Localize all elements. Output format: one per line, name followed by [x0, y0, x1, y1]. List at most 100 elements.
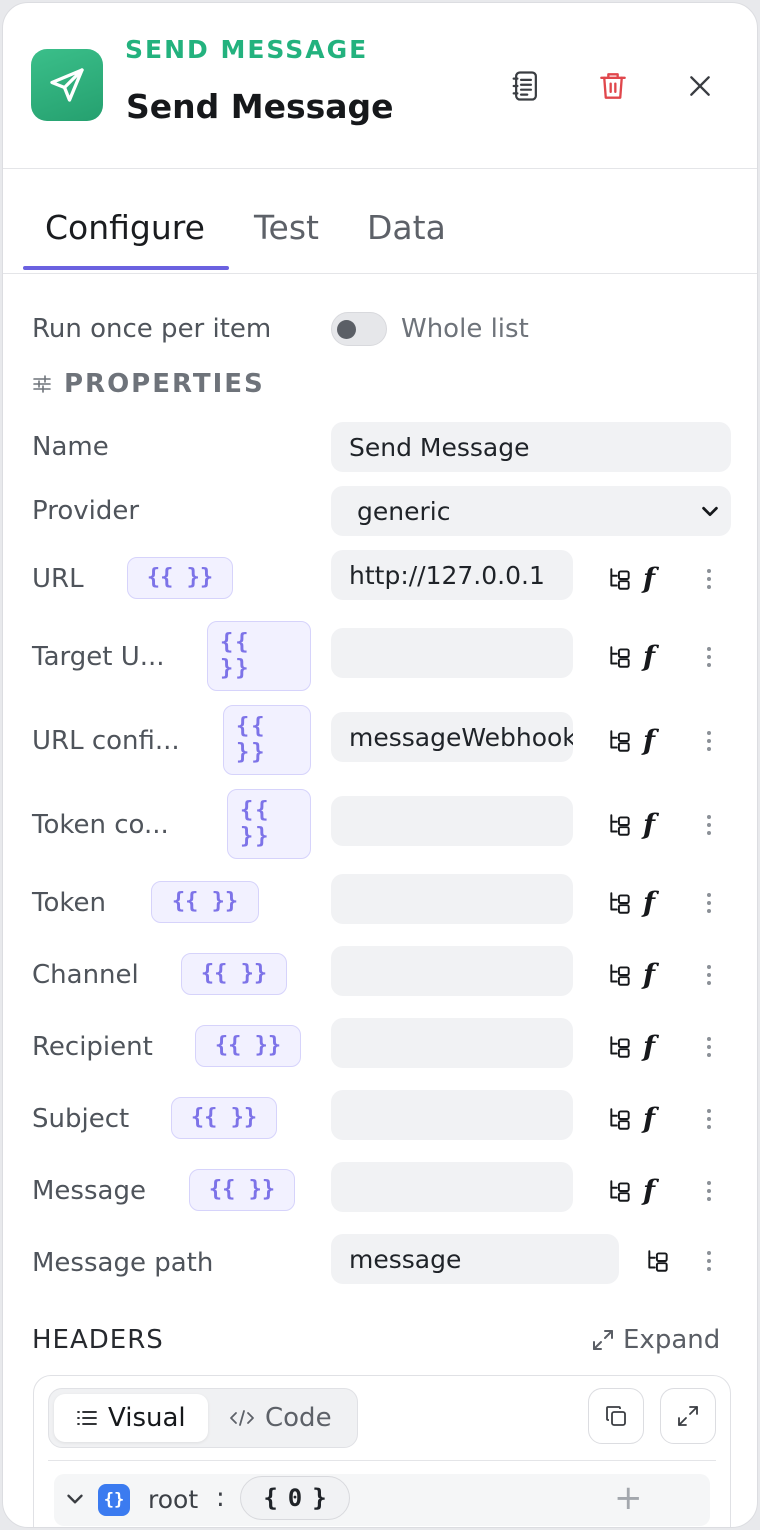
tab-data[interactable]: Data	[367, 208, 446, 247]
whole-list-toggle[interactable]	[331, 312, 387, 346]
name-input[interactable]: Send Message	[331, 422, 731, 472]
target-url-input[interactable]	[331, 628, 573, 678]
expand-button[interactable]: Expand	[591, 1325, 720, 1355]
editor-mode-switch: Visual Code	[48, 1388, 358, 1448]
channel-function-button[interactable]: f	[643, 958, 655, 991]
url-function-button[interactable]: f	[643, 562, 655, 595]
docs-button[interactable]	[503, 63, 549, 109]
url-config-template-button[interactable]: {{}}	[223, 705, 311, 775]
provider-label: Provider	[32, 496, 140, 526]
tab-configure[interactable]: Configure	[45, 208, 205, 247]
url-config-more-button[interactable]	[699, 726, 719, 756]
copy-icon	[606, 1406, 626, 1426]
node-title: Send Message	[126, 87, 394, 126]
target-url-label: Target U...	[32, 642, 165, 672]
tree-icon	[610, 964, 630, 986]
url-config-input[interactable]: messageWebhook	[331, 712, 573, 762]
node-type-label: SEND MESSAGE	[125, 35, 369, 64]
copy-button[interactable]	[588, 1388, 644, 1444]
trash-icon	[600, 73, 626, 99]
code-icon	[230, 1410, 254, 1426]
panel-header: SEND MESSAGE Send Message	[3, 3, 757, 169]
message-input[interactable]	[331, 1162, 573, 1212]
subject-function-button[interactable]: f	[643, 1102, 655, 1135]
channel-input[interactable]	[331, 946, 573, 996]
token-function-button[interactable]: f	[643, 886, 655, 919]
active-tab-indicator	[23, 266, 229, 270]
url-input[interactable]: http://127.0.0.1	[331, 550, 573, 600]
provider-select[interactable]: generic	[331, 486, 731, 536]
token-input[interactable]	[331, 874, 573, 924]
token-config-input[interactable]	[331, 796, 573, 846]
subject-input[interactable]	[331, 1090, 573, 1140]
message-path-data-picker-button[interactable]	[643, 1246, 673, 1276]
provider-value: generic	[357, 496, 451, 526]
object-count: 0	[287, 1484, 303, 1512]
target-url-data-picker-button[interactable]	[605, 642, 635, 672]
url-config-data-picker-button[interactable]	[605, 726, 635, 756]
visual-mode-button[interactable]: Visual	[54, 1394, 208, 1442]
message-label: Message	[32, 1176, 146, 1206]
message-path-input[interactable]: message	[331, 1234, 619, 1284]
message-path-more-button[interactable]	[699, 1246, 719, 1276]
url-config-function-button[interactable]: f	[643, 724, 655, 757]
recipient-label: Recipient	[32, 1032, 153, 1062]
channel-label: Channel	[32, 960, 139, 990]
url-label: URL	[32, 564, 84, 594]
send-message-panel: SEND MESSAGE Send Message Configure Test…	[2, 2, 758, 1528]
recipient-more-button[interactable]	[699, 1032, 719, 1062]
tab-test[interactable]: Test	[254, 208, 319, 247]
tree-icon	[610, 892, 630, 914]
subject-more-button[interactable]	[699, 1104, 719, 1134]
chevron-down-icon[interactable]	[62, 1486, 88, 1512]
fullscreen-button[interactable]	[660, 1388, 716, 1444]
token-config-function-button[interactable]: f	[643, 808, 655, 841]
token-config-template-button[interactable]: {{}}	[227, 789, 311, 859]
object-count-badge: { 0 }	[240, 1476, 350, 1520]
properties-title: PROPERTIES	[64, 369, 265, 399]
tab-bar: Configure Test Data	[3, 170, 757, 274]
editor-divider	[48, 1460, 716, 1461]
brace-close: }	[312, 1484, 327, 1512]
token-config-label: Token co...	[32, 810, 169, 840]
channel-template-button[interactable]: {{ }}	[181, 953, 287, 995]
message-more-button[interactable]	[699, 1176, 719, 1206]
visual-mode-label: Visual	[108, 1403, 186, 1433]
close-button[interactable]	[677, 63, 723, 109]
target-url-function-button[interactable]: f	[643, 640, 655, 673]
maximize-icon	[678, 1406, 698, 1426]
add-property-button[interactable]: +	[614, 1480, 643, 1516]
close-icon	[690, 76, 710, 96]
recipient-data-picker-button[interactable]	[605, 1032, 635, 1062]
token-config-more-button[interactable]	[699, 810, 719, 840]
delete-button[interactable]	[590, 63, 636, 109]
tree-icon	[610, 814, 630, 836]
target-url-template-button[interactable]: {{}}	[207, 621, 311, 691]
target-url-more-button[interactable]	[699, 642, 719, 672]
token-config-data-picker-button[interactable]	[605, 810, 635, 840]
url-template-button[interactable]: {{ }}	[127, 557, 233, 599]
tree-icon	[610, 1108, 630, 1130]
token-more-button[interactable]	[699, 888, 719, 918]
channel-data-picker-button[interactable]	[605, 960, 635, 990]
code-mode-button[interactable]: Code	[207, 1394, 354, 1442]
name-label: Name	[32, 432, 109, 462]
subject-data-picker-button[interactable]	[605, 1104, 635, 1134]
tree-icon	[610, 730, 630, 752]
message-template-button[interactable]: {{ }}	[189, 1169, 295, 1211]
url-more-button[interactable]	[699, 564, 719, 594]
recipient-function-button[interactable]: f	[643, 1030, 655, 1063]
sliders-icon	[33, 375, 51, 393]
message-data-picker-button[interactable]	[605, 1176, 635, 1206]
object-type-icon: {}	[98, 1484, 130, 1516]
token-template-button[interactable]: {{ }}	[151, 881, 259, 923]
recipient-input[interactable]	[331, 1018, 573, 1068]
url-data-picker-button[interactable]	[605, 564, 635, 594]
token-data-picker-button[interactable]	[605, 888, 635, 918]
channel-more-button[interactable]	[699, 960, 719, 990]
run-mode-label: Run once per item	[32, 314, 272, 344]
tree-icon	[610, 646, 630, 668]
recipient-template-button[interactable]: {{ }}	[195, 1025, 301, 1067]
subject-template-button[interactable]: {{ }}	[171, 1097, 277, 1139]
message-function-button[interactable]: f	[643, 1174, 655, 1207]
